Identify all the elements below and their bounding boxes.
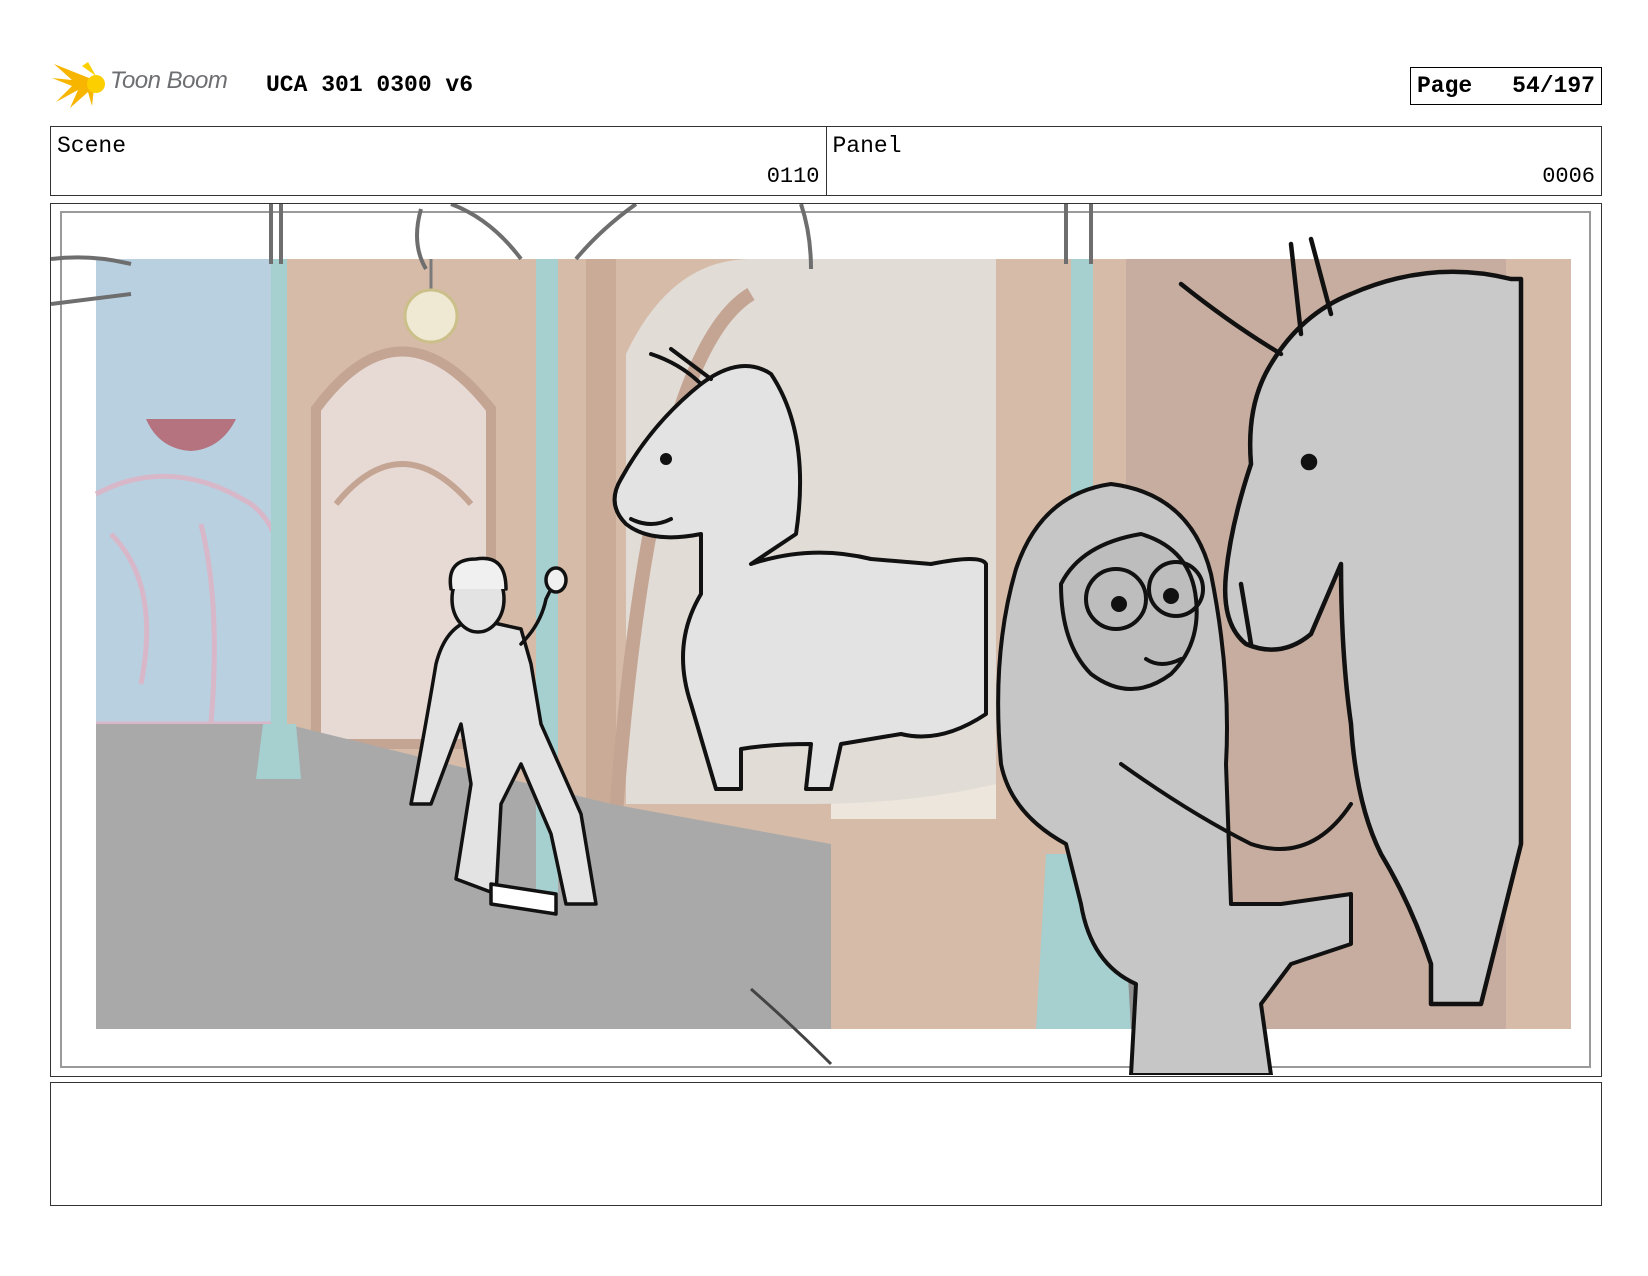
scene-label: Scene [57, 133, 127, 159]
logo-text: Toon Boom [110, 67, 228, 94]
sky-background [96, 259, 286, 744]
page-indicator: Page 54/197 [1410, 67, 1602, 105]
panel-illustration [51, 204, 1591, 1075]
page-number: 54/197 [1512, 73, 1595, 99]
page-label: Page [1417, 73, 1473, 99]
storyboard-panel [50, 203, 1602, 1077]
document-title: UCA 301 0300 v6 [266, 72, 474, 98]
panel-value: 0006 [1542, 164, 1595, 189]
notes-box [50, 1082, 1602, 1206]
panel-cell: Panel 0006 [825, 127, 1602, 195]
logo-burst-icon [52, 62, 105, 108]
toon-boom-logo: Toon Boom [52, 58, 252, 110]
scene-value: 0110 [766, 164, 820, 189]
scene-panel-info: Scene 0110 Panel 0006 [50, 126, 1602, 196]
panel-label: Panel [832, 133, 902, 159]
scene-cell: Scene 0110 [51, 127, 826, 195]
